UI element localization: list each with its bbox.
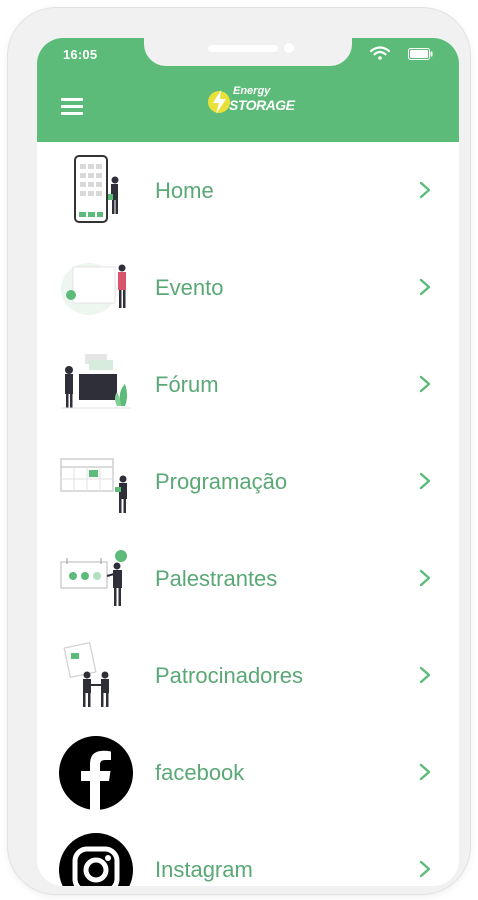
status-time: 16:05 xyxy=(63,47,98,62)
chevron-right-icon xyxy=(419,375,431,393)
facebook-icon xyxy=(59,736,133,810)
menu-item-palestrantes[interactable]: Palestrantes xyxy=(37,530,459,627)
menu-item-label: Instagram xyxy=(155,857,253,882)
chevron-right-icon xyxy=(419,569,431,587)
phone-illustration-icon xyxy=(74,155,119,223)
menu-item-patrocinadores[interactable]: Patrocinadores xyxy=(37,627,459,724)
chevron-right-icon xyxy=(419,278,431,296)
menu-item-programacao[interactable]: Programação xyxy=(37,433,459,530)
phone-frame: 16:05 Energy STORAGE Home Evento Fórum P… xyxy=(8,8,470,894)
menu-item-label: Palestrantes xyxy=(155,566,278,591)
energy-storage-logo: Energy STORAGE xyxy=(205,84,295,118)
presentation-illustration-icon xyxy=(61,263,126,315)
menu-item-home[interactable]: Home xyxy=(37,142,459,239)
calendar-illustration-icon xyxy=(60,458,127,513)
menu-item-facebook[interactable]: facebook xyxy=(37,724,459,821)
hamburger-menu-icon xyxy=(61,98,83,101)
hamburger-menu-button[interactable] xyxy=(57,92,91,120)
menu-item-instagram[interactable]: Instagram xyxy=(37,821,459,886)
menu-item-label: Evento xyxy=(155,275,224,300)
wifi-icon xyxy=(370,46,390,60)
discussion-illustration-icon xyxy=(61,354,131,409)
menu-item-forum[interactable]: Fórum xyxy=(37,336,459,433)
chevron-right-icon xyxy=(419,181,431,199)
speaker-illustration-icon xyxy=(60,550,127,606)
front-camera xyxy=(284,43,294,53)
menu-item-evento[interactable]: Evento xyxy=(37,239,459,336)
battery-icon xyxy=(408,48,433,60)
menu-item-label: Patrocinadores xyxy=(155,663,303,688)
chevron-right-icon xyxy=(419,860,431,878)
menu-item-label: facebook xyxy=(155,760,245,785)
chevron-right-icon xyxy=(419,472,431,490)
sponsors-illustration-icon xyxy=(63,641,109,707)
instagram-icon xyxy=(59,833,133,886)
menu-item-label: Programação xyxy=(155,469,288,494)
menu-item-label: Fórum xyxy=(155,372,219,397)
speaker-grille xyxy=(208,45,278,52)
chevron-right-icon xyxy=(419,666,431,684)
phone-notch xyxy=(144,38,352,66)
menu-item-label: Home xyxy=(155,178,214,203)
chevron-right-icon xyxy=(419,763,431,781)
app-screen: 16:05 Energy STORAGE Home Evento Fórum P… xyxy=(37,38,459,886)
app-header: 16:05 Energy STORAGE xyxy=(37,38,459,142)
